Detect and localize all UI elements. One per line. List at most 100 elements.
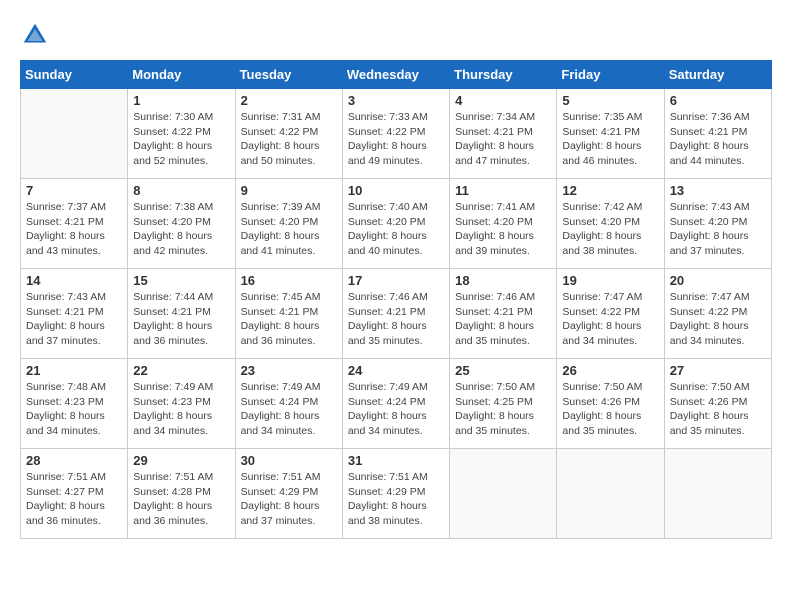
day-info: Sunrise: 7:30 AMSunset: 4:22 PMDaylight:… xyxy=(133,110,229,169)
empty-cell xyxy=(664,449,771,539)
day-header-friday: Friday xyxy=(557,61,664,89)
day-cell-12: 12 Sunrise: 7:42 AMSunset: 4:20 PMDayligh… xyxy=(557,179,664,269)
day-cell-27: 27 Sunrise: 7:50 AMSunset: 4:26 PMDayligh… xyxy=(664,359,771,449)
day-number: 25 xyxy=(455,363,551,378)
day-info: Sunrise: 7:47 AMSunset: 4:22 PMDaylight:… xyxy=(562,290,658,349)
empty-cell xyxy=(450,449,557,539)
day-cell-8: 8 Sunrise: 7:38 AMSunset: 4:20 PMDaylight… xyxy=(128,179,235,269)
day-cell-13: 13 Sunrise: 7:43 AMSunset: 4:20 PMDayligh… xyxy=(664,179,771,269)
day-info: Sunrise: 7:31 AMSunset: 4:22 PMDaylight:… xyxy=(241,110,337,169)
day-cell-7: 7 Sunrise: 7:37 AMSunset: 4:21 PMDaylight… xyxy=(21,179,128,269)
day-info: Sunrise: 7:50 AMSunset: 4:26 PMDaylight:… xyxy=(670,380,766,439)
day-info: Sunrise: 7:33 AMSunset: 4:22 PMDaylight:… xyxy=(348,110,444,169)
day-number: 14 xyxy=(26,273,122,288)
day-info: Sunrise: 7:37 AMSunset: 4:21 PMDaylight:… xyxy=(26,200,122,259)
day-number: 18 xyxy=(455,273,551,288)
day-number: 19 xyxy=(562,273,658,288)
day-number: 15 xyxy=(133,273,229,288)
week-row-4: 21 Sunrise: 7:48 AMSunset: 4:23 PMDayligh… xyxy=(21,359,772,449)
day-cell-20: 20Sunrise: 7:47 AMSunset: 4:22 PMDayligh… xyxy=(664,269,771,359)
day-cell-28: 28 Sunrise: 7:51 AMSunset: 4:27 PMDayligh… xyxy=(21,449,128,539)
day-info: Sunrise: 7:49 AMSunset: 4:24 PMDaylight:… xyxy=(348,380,444,439)
day-cell-24: 24 Sunrise: 7:49 AMSunset: 4:24 PMDayligh… xyxy=(342,359,449,449)
day-cell-14: 14 Sunrise: 7:43 AMSunset: 4:21 PMDayligh… xyxy=(21,269,128,359)
day-number: 31 xyxy=(348,453,444,468)
day-number: 28 xyxy=(26,453,122,468)
day-info: Sunrise: 7:43 AMSunset: 4:21 PMDaylight:… xyxy=(26,290,122,349)
day-number: 30 xyxy=(241,453,337,468)
day-info: Sunrise: 7:51 AMSunset: 4:29 PMDaylight:… xyxy=(348,470,444,529)
day-info: Sunrise: 7:34 AMSunset: 4:21 PMDaylight:… xyxy=(455,110,551,169)
day-cell-11: 11Sunrise: 7:41 AMSunset: 4:20 PMDayligh… xyxy=(450,179,557,269)
day-cell-29: 29 Sunrise: 7:51 AMSunset: 4:28 PMDayligh… xyxy=(128,449,235,539)
day-number: 9 xyxy=(241,183,337,198)
day-info: Sunrise: 7:36 AMSunset: 4:21 PMDaylight:… xyxy=(670,110,766,169)
day-info: Sunrise: 7:44 AMSunset: 4:21 PMDaylight:… xyxy=(133,290,229,349)
day-cell-5: 5 Sunrise: 7:35 AMSunset: 4:21 PMDaylight… xyxy=(557,89,664,179)
day-header-wednesday: Wednesday xyxy=(342,61,449,89)
day-info: Sunrise: 7:38 AMSunset: 4:20 PMDaylight:… xyxy=(133,200,229,259)
day-info: Sunrise: 7:42 AMSunset: 4:20 PMDaylight:… xyxy=(562,200,658,259)
day-number: 7 xyxy=(26,183,122,198)
day-info: Sunrise: 7:40 AMSunset: 4:20 PMDaylight:… xyxy=(348,200,444,259)
day-cell-16: 16Sunrise: 7:45 AMSunset: 4:21 PMDayligh… xyxy=(235,269,342,359)
day-header-sunday: Sunday xyxy=(21,61,128,89)
day-number: 21 xyxy=(26,363,122,378)
day-number: 8 xyxy=(133,183,229,198)
empty-cell xyxy=(21,89,128,179)
day-info: Sunrise: 7:51 AMSunset: 4:28 PMDaylight:… xyxy=(133,470,229,529)
day-cell-15: 15 Sunrise: 7:44 AMSunset: 4:21 PMDayligh… xyxy=(128,269,235,359)
week-row-2: 7 Sunrise: 7:37 AMSunset: 4:21 PMDaylight… xyxy=(21,179,772,269)
page-container: SundayMondayTuesdayWednesdayThursdayFrid… xyxy=(20,20,772,539)
day-number: 6 xyxy=(670,93,766,108)
day-header-monday: Monday xyxy=(128,61,235,89)
calendar-header-row: SundayMondayTuesdayWednesdayThursdayFrid… xyxy=(21,61,772,89)
day-info: Sunrise: 7:49 AMSunset: 4:24 PMDaylight:… xyxy=(241,380,337,439)
day-cell-4: 4Sunrise: 7:34 AMSunset: 4:21 PMDaylight… xyxy=(450,89,557,179)
day-info: Sunrise: 7:51 AMSunset: 4:27 PMDaylight:… xyxy=(26,470,122,529)
day-number: 22 xyxy=(133,363,229,378)
day-info: Sunrise: 7:43 AMSunset: 4:20 PMDaylight:… xyxy=(670,200,766,259)
day-header-thursday: Thursday xyxy=(450,61,557,89)
logo-icon xyxy=(20,20,50,50)
day-number: 1 xyxy=(133,93,229,108)
day-cell-30: 30 Sunrise: 7:51 AMSunset: 4:29 PMDayligh… xyxy=(235,449,342,539)
day-number: 26 xyxy=(562,363,658,378)
day-number: 24 xyxy=(348,363,444,378)
logo xyxy=(20,20,54,50)
day-number: 13 xyxy=(670,183,766,198)
day-number: 27 xyxy=(670,363,766,378)
day-number: 2 xyxy=(241,93,337,108)
day-number: 5 xyxy=(562,93,658,108)
day-number: 10 xyxy=(348,183,444,198)
day-number: 29 xyxy=(133,453,229,468)
day-info: Sunrise: 7:51 AMSunset: 4:29 PMDaylight:… xyxy=(241,470,337,529)
day-number: 11 xyxy=(455,183,551,198)
day-cell-19: 19 Sunrise: 7:47 AMSunset: 4:22 PMDayligh… xyxy=(557,269,664,359)
day-cell-23: 23 Sunrise: 7:49 AMSunset: 4:24 PMDayligh… xyxy=(235,359,342,449)
day-info: Sunrise: 7:49 AMSunset: 4:23 PMDaylight:… xyxy=(133,380,229,439)
day-cell-6: 6 Sunrise: 7:36 AMSunset: 4:21 PMDaylight… xyxy=(664,89,771,179)
day-info: Sunrise: 7:50 AMSunset: 4:26 PMDaylight:… xyxy=(562,380,658,439)
day-cell-18: 18 Sunrise: 7:46 AMSunset: 4:21 PMDayligh… xyxy=(450,269,557,359)
day-info: Sunrise: 7:50 AMSunset: 4:25 PMDaylight:… xyxy=(455,380,551,439)
day-info: Sunrise: 7:35 AMSunset: 4:21 PMDaylight:… xyxy=(562,110,658,169)
day-info: Sunrise: 7:48 AMSunset: 4:23 PMDaylight:… xyxy=(26,380,122,439)
day-cell-17: 17Sunrise: 7:46 AMSunset: 4:21 PMDayligh… xyxy=(342,269,449,359)
week-row-3: 14 Sunrise: 7:43 AMSunset: 4:21 PMDayligh… xyxy=(21,269,772,359)
week-row-5: 28 Sunrise: 7:51 AMSunset: 4:27 PMDayligh… xyxy=(21,449,772,539)
day-cell-3: 3Sunrise: 7:33 AMSunset: 4:22 PMDaylight… xyxy=(342,89,449,179)
day-info: Sunrise: 7:46 AMSunset: 4:21 PMDaylight:… xyxy=(455,290,551,349)
day-cell-21: 21 Sunrise: 7:48 AMSunset: 4:23 PMDayligh… xyxy=(21,359,128,449)
day-number: 17 xyxy=(348,273,444,288)
day-cell-2: 2 Sunrise: 7:31 AMSunset: 4:22 PMDaylight… xyxy=(235,89,342,179)
day-info: Sunrise: 7:39 AMSunset: 4:20 PMDaylight:… xyxy=(241,200,337,259)
day-cell-1: 1 Sunrise: 7:30 AMSunset: 4:22 PMDaylight… xyxy=(128,89,235,179)
day-cell-26: 26 Sunrise: 7:50 AMSunset: 4:26 PMDayligh… xyxy=(557,359,664,449)
day-number: 20 xyxy=(670,273,766,288)
day-number: 23 xyxy=(241,363,337,378)
calendar-table: SundayMondayTuesdayWednesdayThursdayFrid… xyxy=(20,60,772,539)
day-cell-9: 9 Sunrise: 7:39 AMSunset: 4:20 PMDaylight… xyxy=(235,179,342,269)
day-number: 12 xyxy=(562,183,658,198)
header xyxy=(20,20,772,50)
